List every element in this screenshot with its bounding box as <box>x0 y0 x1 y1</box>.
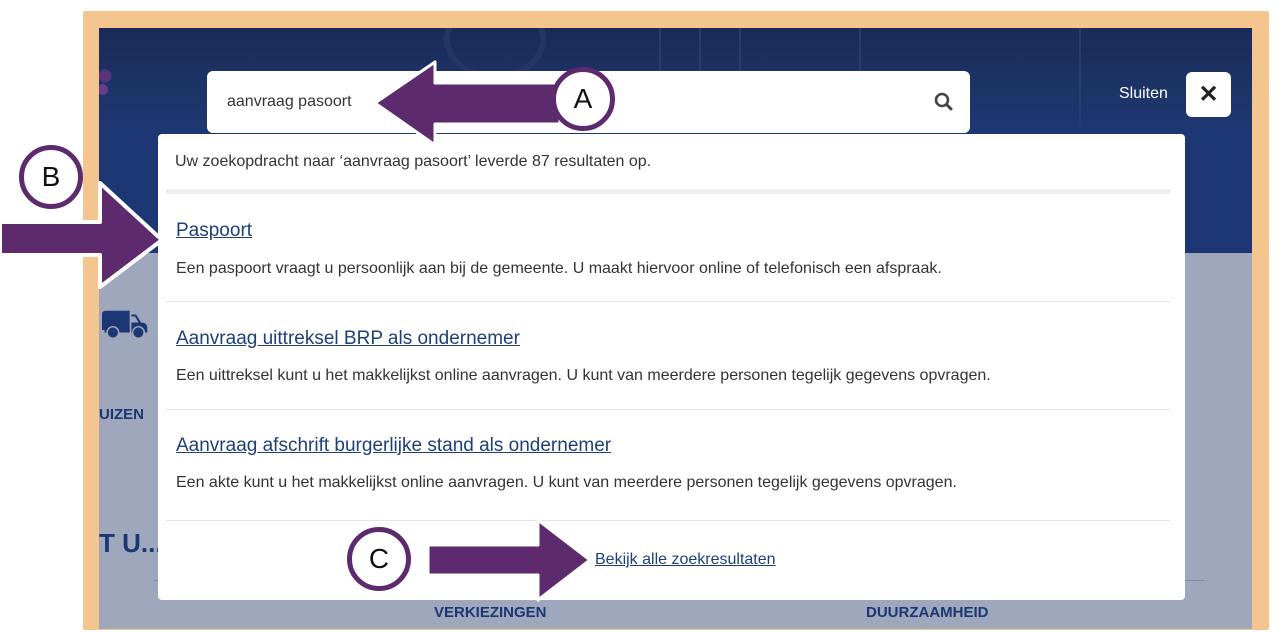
arrow-c <box>426 518 592 602</box>
annotation-label-b: B <box>19 145 83 209</box>
annotation-label-c: C <box>347 527 411 591</box>
annotation-arrows <box>0 60 592 602</box>
arrow-a <box>373 60 562 147</box>
annotation-label-a: A <box>551 67 615 131</box>
arrow-b <box>0 181 164 289</box>
